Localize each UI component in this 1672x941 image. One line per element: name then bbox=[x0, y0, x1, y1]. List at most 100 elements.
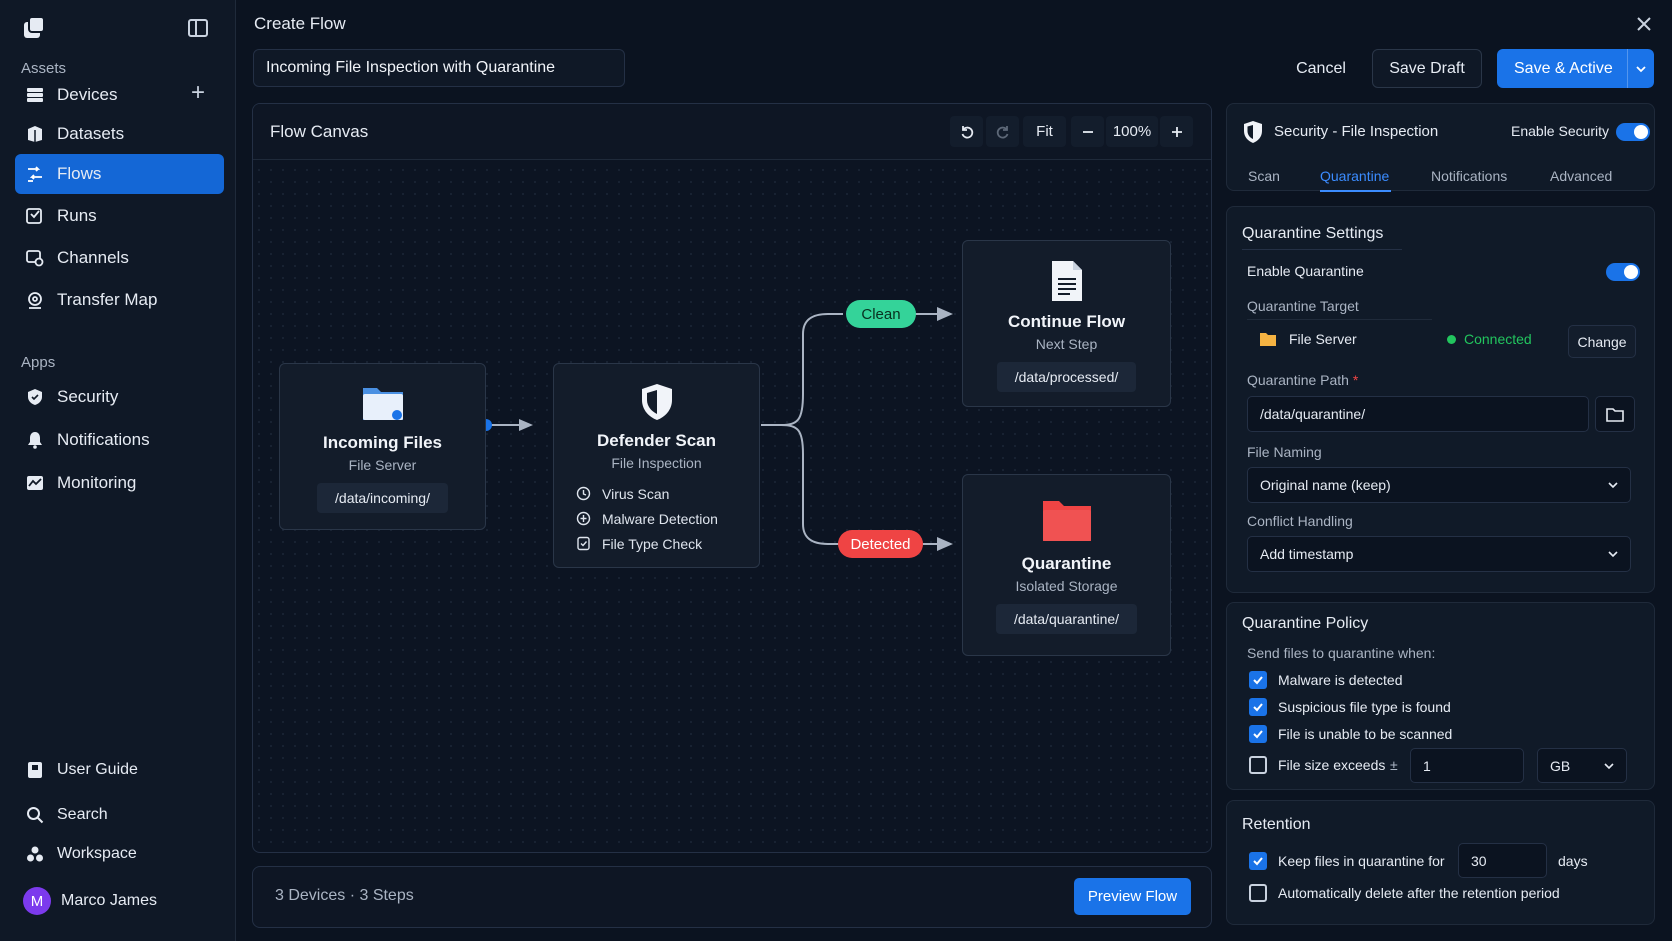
node-title: Incoming Files bbox=[322, 433, 443, 452]
sidebar-item-monitoring[interactable]: Monitoring bbox=[15, 463, 224, 503]
sidebar-item-label: Workspace bbox=[57, 845, 137, 862]
cancel-button[interactable]: Cancel bbox=[1280, 52, 1362, 86]
rule-checkbox-file-size[interactable] bbox=[1249, 756, 1267, 774]
feature-label: File Type Check bbox=[602, 535, 703, 552]
save-active-label: Save & Active bbox=[1514, 59, 1613, 77]
keep-files-checkbox[interactable] bbox=[1249, 852, 1267, 870]
tab-advanced[interactable]: Advanced bbox=[1550, 168, 1612, 184]
node-defender-scan[interactable]: Defender Scan File Inspection Virus Scan… bbox=[553, 363, 760, 568]
quarantine-policy-card: Quarantine Policy Send files to quaranti… bbox=[1226, 602, 1655, 790]
file-naming-select[interactable]: Original name (keep) bbox=[1247, 467, 1631, 503]
security-panel-header: Security - File Inspection Enable Securi… bbox=[1226, 103, 1655, 192]
sidebar-item-security[interactable]: Security bbox=[15, 377, 224, 417]
change-target-button[interactable]: Change bbox=[1568, 325, 1636, 358]
fit-button[interactable]: Fit bbox=[1023, 116, 1066, 147]
rule-checkbox-malware[interactable] bbox=[1249, 671, 1267, 689]
flow-name-input[interactable] bbox=[253, 49, 625, 87]
user-profile[interactable]: M Marco James bbox=[15, 881, 224, 921]
tab-scan[interactable]: Scan bbox=[1248, 168, 1280, 184]
feature-virus-scan: Virus Scan bbox=[576, 481, 759, 506]
preview-flow-button[interactable]: Preview Flow bbox=[1074, 878, 1191, 915]
sidebar-item-notifications[interactable]: Notifications bbox=[15, 420, 224, 460]
add-device-button[interactable]: + bbox=[188, 81, 208, 105]
chevron-down-icon[interactable] bbox=[1627, 49, 1654, 88]
sidebar-item-datasets[interactable]: Datasets bbox=[15, 114, 224, 154]
node-path: /data/quarantine/ bbox=[995, 604, 1138, 634]
bell-icon bbox=[25, 430, 45, 450]
node-incoming-files[interactable]: Incoming Files File Server /data/incomin… bbox=[279, 363, 486, 530]
card-title: Retention bbox=[1242, 816, 1311, 833]
redo-button[interactable] bbox=[986, 116, 1019, 147]
active-tab-indicator bbox=[1320, 190, 1391, 192]
canvas-footer: 3 Devices · 3 Steps Preview Flow bbox=[252, 866, 1212, 928]
quarantine-folder-icon bbox=[1042, 501, 1091, 541]
sidebar-item-label: Search bbox=[57, 806, 108, 823]
node-quarantine[interactable]: Quarantine Isolated Storage /data/quaran… bbox=[962, 474, 1171, 656]
sidebar-item-label: Channels bbox=[57, 248, 129, 267]
node-title: Quarantine bbox=[1021, 554, 1112, 573]
edge-label-detected[interactable]: Detected bbox=[838, 530, 923, 558]
target-name: File Server bbox=[1289, 331, 1357, 347]
node-subtitle: File Server bbox=[348, 457, 417, 473]
chevron-down-icon bbox=[1604, 762, 1614, 769]
retention-days-input[interactable]: 30 bbox=[1458, 843, 1547, 878]
quarantine-settings-card: Quarantine Settings Enable Quarantine Qu… bbox=[1226, 206, 1655, 593]
card-title: Quarantine Policy bbox=[1242, 615, 1369, 632]
node-subtitle: Isolated Storage bbox=[1015, 578, 1118, 594]
workspace-icon bbox=[25, 844, 45, 864]
feature-list: Virus Scan Malware Detection File Type C… bbox=[554, 481, 759, 556]
sidebar-item-runs[interactable]: Runs bbox=[15, 196, 224, 236]
auto-delete-checkbox[interactable] bbox=[1249, 884, 1267, 902]
undo-button[interactable] bbox=[950, 116, 983, 147]
sidebar-item-flows[interactable]: Flows bbox=[15, 154, 224, 194]
collapse-sidebar-button[interactable] bbox=[188, 19, 208, 37]
tab-notifications[interactable]: Notifications bbox=[1431, 168, 1507, 184]
feature-malware-detection: Malware Detection bbox=[576, 506, 759, 531]
card-title: Quarantine Settings bbox=[1242, 225, 1384, 242]
save-draft-button[interactable]: Save Draft bbox=[1372, 49, 1482, 88]
flow-canvas[interactable]: Flow Canvas Fit 100% Clean Detected Inco… bbox=[252, 103, 1212, 853]
conflict-handling-select[interactable]: Add timestamp bbox=[1247, 536, 1631, 572]
zoom-level: 100% bbox=[1106, 116, 1158, 147]
flow-stats: 3 Devices · 3 Steps bbox=[275, 887, 414, 904]
sidebar-item-search[interactable]: Search bbox=[15, 795, 224, 835]
enable-security-toggle[interactable] bbox=[1616, 123, 1650, 141]
field-label: Quarantine Target bbox=[1247, 298, 1359, 314]
sidebar-item-channels[interactable]: Channels bbox=[15, 238, 224, 278]
edge-label-clean[interactable]: Clean bbox=[846, 300, 916, 328]
file-size-input[interactable]: 1 bbox=[1410, 748, 1524, 783]
close-icon[interactable] bbox=[1634, 14, 1654, 34]
monitoring-icon bbox=[25, 473, 45, 493]
path-label-text: Quarantine Path bbox=[1247, 372, 1349, 388]
plus-minus-icon: ± bbox=[1390, 757, 1398, 773]
sidebar-item-transfer-map[interactable]: Transfer Map bbox=[15, 280, 224, 320]
zoom-out-button[interactable] bbox=[1071, 116, 1104, 147]
rule-checkbox-unable-to-scan[interactable] bbox=[1249, 725, 1267, 743]
minus-icon bbox=[1082, 130, 1093, 133]
quarantine-path-input[interactable]: /data/quarantine/ bbox=[1247, 396, 1589, 432]
zoom-in-button[interactable] bbox=[1160, 116, 1193, 147]
sidebar-item-label: Notifications bbox=[57, 430, 150, 449]
browse-folder-button[interactable] bbox=[1595, 396, 1635, 432]
file-size-unit-select[interactable]: GB bbox=[1537, 748, 1627, 783]
feature-label: Virus Scan bbox=[602, 485, 670, 502]
node-continue-flow[interactable]: Continue Flow Next Step /data/processed/ bbox=[962, 240, 1171, 407]
sidebar-item-workspace[interactable]: Workspace bbox=[15, 834, 224, 874]
sidebar-item-label: User Guide bbox=[57, 761, 138, 778]
rule-label: File is unable to be scanned bbox=[1278, 726, 1453, 742]
select-value: Original name (keep) bbox=[1260, 477, 1391, 493]
save-active-button[interactable]: Save & Active bbox=[1497, 49, 1654, 88]
canvas-title: Flow Canvas bbox=[270, 122, 369, 141]
sidebar-item-label: Devices bbox=[57, 85, 118, 104]
plus-icon bbox=[1171, 126, 1182, 137]
folder-icon bbox=[362, 388, 403, 420]
rule-checkbox-suspicious-type[interactable] bbox=[1249, 698, 1267, 716]
check-icon bbox=[1253, 730, 1263, 739]
node-title: Continue Flow bbox=[1007, 312, 1126, 331]
chevron-down-icon bbox=[1608, 551, 1618, 558]
undo-icon bbox=[961, 125, 973, 138]
devices-icon bbox=[25, 85, 45, 105]
tab-quarantine[interactable]: Quarantine bbox=[1320, 168, 1389, 184]
sidebar-item-user-guide[interactable]: User Guide bbox=[15, 750, 224, 790]
enable-quarantine-toggle[interactable] bbox=[1606, 263, 1640, 281]
